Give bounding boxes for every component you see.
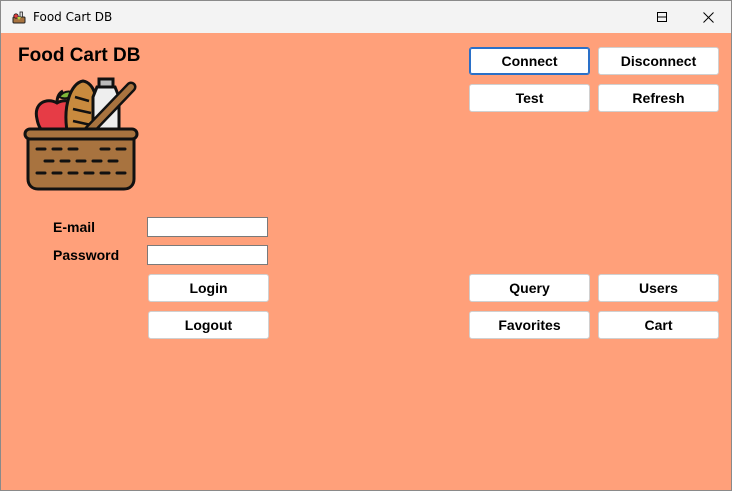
login-button[interactable]: Login bbox=[148, 274, 269, 302]
email-label: E-mail bbox=[53, 219, 96, 235]
query-button[interactable]: Query bbox=[469, 274, 590, 302]
close-icon bbox=[702, 11, 714, 23]
favorites-button[interactable]: Favorites bbox=[469, 311, 590, 339]
app-icon bbox=[12, 11, 26, 24]
password-field[interactable] bbox=[147, 245, 268, 265]
close-button[interactable] bbox=[685, 1, 731, 33]
maximize-button[interactable] bbox=[639, 1, 685, 33]
users-button[interactable]: Users bbox=[598, 274, 719, 302]
cart-button[interactable]: Cart bbox=[598, 311, 719, 339]
basket-icon bbox=[23, 77, 139, 191]
email-field[interactable] bbox=[147, 217, 268, 237]
disconnect-button[interactable]: Disconnect bbox=[598, 47, 719, 75]
logout-button[interactable]: Logout bbox=[148, 311, 269, 339]
connect-button[interactable]: Connect bbox=[469, 47, 590, 75]
maximize-icon bbox=[657, 12, 667, 22]
app-title: Food Cart DB bbox=[18, 45, 141, 66]
password-label: Password bbox=[53, 247, 120, 263]
app-window: Food Cart DB Food Cart DB E-mail Passwor… bbox=[0, 0, 732, 491]
test-button[interactable]: Test bbox=[469, 84, 590, 112]
window-title: Food Cart DB bbox=[33, 10, 113, 24]
minimize-button-2[interactable] bbox=[593, 1, 639, 33]
refresh-button[interactable]: Refresh bbox=[598, 84, 719, 112]
